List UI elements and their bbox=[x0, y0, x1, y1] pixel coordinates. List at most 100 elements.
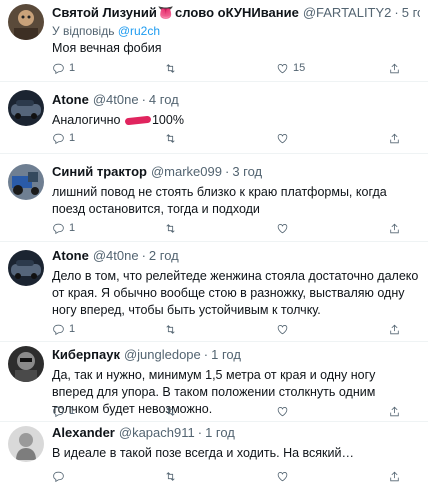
separator: · bbox=[141, 92, 146, 107]
share-icon bbox=[390, 406, 399, 416]
timestamp[interactable]: 1 год bbox=[205, 424, 235, 442]
display-name[interactable]: Atone bbox=[52, 247, 89, 265]
reply-button[interactable]: 1 bbox=[52, 130, 112, 146]
tweet-text: Дело в том, что релейтеде женжина стояла… bbox=[52, 269, 419, 317]
avatar[interactable] bbox=[8, 4, 44, 40]
tweet[interactable]: Alexander @kapach911 · 1 год В идеале в … bbox=[0, 422, 428, 492]
like-count: 15 bbox=[293, 62, 306, 74]
tweet[interactable]: Киберпаук @jungledope · 1 год Да, так и … bbox=[0, 342, 428, 422]
like-button[interactable] bbox=[276, 403, 336, 419]
handle[interactable]: @marke099 bbox=[151, 163, 222, 181]
tweet[interactable]: Святой Лизуний 👅 слово оКУНИвание @FARTA… bbox=[0, 0, 428, 82]
timestamp[interactable]: 4 год bbox=[149, 91, 179, 109]
retweet-button[interactable] bbox=[164, 468, 224, 484]
separator: · bbox=[141, 248, 146, 263]
avatar[interactable] bbox=[8, 346, 44, 382]
display-name[interactable]: Святой Лизуний bbox=[52, 4, 157, 22]
like-button[interactable] bbox=[276, 130, 336, 146]
reply-button[interactable]: 1 bbox=[52, 321, 112, 337]
like-icon bbox=[277, 223, 288, 233]
reply-count: 1 bbox=[69, 62, 76, 74]
handle[interactable]: @4t0ne bbox=[93, 91, 139, 109]
tweet-actions: 1 bbox=[52, 321, 408, 337]
tweet-text: лишний повод не стоять близко к краю пла… bbox=[52, 185, 387, 216]
share-button[interactable] bbox=[388, 60, 408, 76]
separator: · bbox=[203, 347, 209, 362]
share-button[interactable] bbox=[388, 220, 408, 236]
replying-to: У відповідь @ru2ch bbox=[52, 23, 420, 39]
share-button[interactable] bbox=[388, 130, 408, 146]
reply-button[interactable]: 1 bbox=[52, 220, 112, 236]
retweet-button[interactable] bbox=[164, 130, 224, 146]
retweet-button[interactable] bbox=[164, 403, 224, 419]
tweet-text: Моя вечная фобия bbox=[52, 41, 162, 55]
display-name[interactable]: Atone bbox=[52, 91, 89, 109]
share-button[interactable] bbox=[388, 468, 408, 484]
reply-count: 1 bbox=[69, 323, 76, 335]
share-icon bbox=[390, 63, 399, 73]
handle[interactable]: @kapach911 bbox=[119, 424, 195, 442]
tweet[interactable]: Синий трактор @marke099 · 3 год лишний п… bbox=[0, 154, 428, 242]
share-icon bbox=[390, 471, 399, 481]
retweet-icon bbox=[166, 471, 175, 481]
reply-button[interactable] bbox=[52, 468, 112, 484]
tweet-actions: 1 bbox=[52, 403, 408, 419]
tweet[interactable]: Atone @4t0ne · 4 год Аналогично 100% 1 bbox=[0, 82, 428, 154]
retweet-button[interactable] bbox=[164, 321, 224, 337]
tweet-header: Синий трактор @marke099 · 3 год bbox=[52, 163, 420, 181]
retweet-button[interactable] bbox=[164, 60, 224, 76]
like-icon bbox=[277, 471, 288, 481]
share-button[interactable] bbox=[388, 403, 408, 419]
avatar[interactable] bbox=[8, 90, 44, 126]
reply-icon bbox=[53, 324, 64, 335]
display-name[interactable]: Alexander bbox=[52, 424, 115, 442]
tweet-actions: 1 bbox=[52, 130, 408, 146]
like-icon bbox=[277, 406, 288, 416]
retweet-icon bbox=[166, 223, 175, 233]
reply-button[interactable]: 1 bbox=[52, 60, 112, 76]
reply-count: 1 bbox=[69, 132, 76, 144]
tongue-emoji: 👅 bbox=[157, 5, 175, 20]
like-button[interactable] bbox=[276, 220, 336, 236]
handle[interactable]: @jungledope bbox=[124, 346, 201, 364]
tweet[interactable]: Atone @4t0ne · 2 год Дело в том, что рел… bbox=[0, 242, 428, 342]
share-icon bbox=[390, 133, 399, 143]
tweet-header: Alexander @kapach911 · 1 год bbox=[52, 424, 420, 442]
reply-button[interactable]: 1 bbox=[52, 403, 112, 419]
avatar[interactable] bbox=[8, 250, 44, 286]
like-icon bbox=[277, 133, 288, 143]
display-name[interactable]: Синий трактор bbox=[52, 163, 147, 181]
avatar[interactable] bbox=[8, 164, 44, 200]
like-button[interactable] bbox=[276, 321, 336, 337]
replying-mention[interactable]: @ru2ch bbox=[118, 24, 160, 38]
retweet-icon bbox=[166, 133, 175, 143]
tweet-header: Святой Лизуний 👅 слово оКУНИвание @FARTA… bbox=[52, 4, 420, 22]
retweet-button[interactable] bbox=[164, 220, 224, 236]
timestamp[interactable]: 1 год bbox=[211, 346, 241, 364]
like-button[interactable] bbox=[276, 468, 336, 484]
reply-icon bbox=[53, 471, 64, 482]
timestamp[interactable]: 3 год bbox=[232, 163, 262, 181]
reply-count: 1 bbox=[69, 222, 76, 234]
redaction-scribble bbox=[124, 115, 152, 126]
reply-thread: Святой Лизуний 👅 слово оКУНИвание @FARTA… bbox=[0, 0, 428, 492]
tweet-actions: 1 bbox=[52, 220, 408, 236]
retweet-icon bbox=[166, 324, 175, 334]
like-button[interactable]: 15 bbox=[276, 60, 336, 76]
tweet-text-before: Аналогично bbox=[52, 113, 121, 127]
display-name[interactable]: Киберпаук bbox=[52, 346, 120, 364]
replying-label: У відповідь bbox=[52, 24, 115, 38]
separator: · bbox=[224, 164, 230, 179]
timestamp[interactable]: 2 год bbox=[149, 247, 179, 265]
tweet-text-after: 100% bbox=[151, 113, 184, 127]
timestamp[interactable]: 5 год bbox=[402, 4, 420, 22]
share-icon bbox=[390, 324, 399, 334]
share-button[interactable] bbox=[388, 321, 408, 337]
tweet-header: Atone @4t0ne · 4 год bbox=[52, 91, 420, 109]
reply-icon bbox=[53, 63, 64, 74]
avatar[interactable] bbox=[8, 426, 44, 462]
handle[interactable]: @4t0ne bbox=[93, 247, 139, 265]
like-icon bbox=[277, 324, 288, 334]
display-name-suffix: слово оКУНИвание bbox=[175, 5, 299, 20]
handle[interactable]: @FARTALITY2 bbox=[303, 4, 392, 22]
